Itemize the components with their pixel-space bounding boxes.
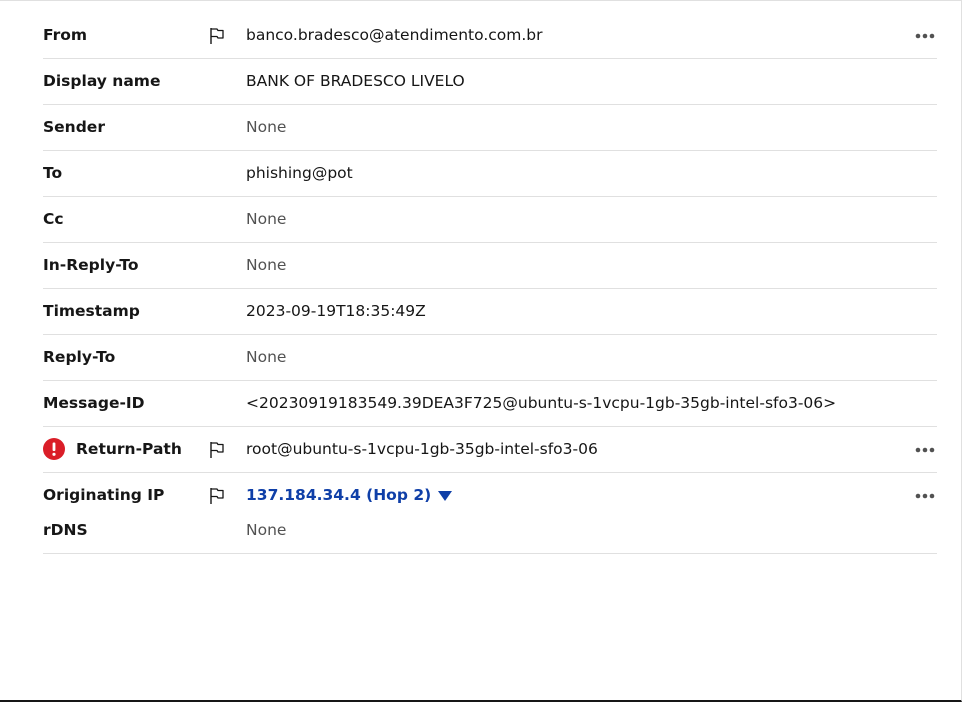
header-label-rdns: rDNS (43, 521, 88, 539)
header-value-from: banco.bradesco@atendimento.com.br (246, 26, 543, 44)
header-value-cc: None (246, 210, 287, 228)
originating-ip-link[interactable]: 137.184.34.4 (Hop 2) (246, 486, 453, 504)
header-table: From banco.bradesco@atendimento.com.br Dis… (43, 13, 937, 554)
caret-down-icon[interactable] (438, 490, 453, 501)
header-label-display-name: Display name (43, 72, 161, 90)
header-row-in-reply-to: In-Reply-To None (43, 243, 937, 289)
header-row-to: To phishing@pot (43, 151, 937, 197)
header-label-from: From (43, 26, 88, 44)
header-value-rdns: None (246, 521, 287, 539)
header-row-display-name: Display name BANK OF BRADESCO LIVELO (43, 59, 937, 105)
header-row-from: From banco.bradesco@atendimento.com.br (43, 13, 937, 59)
header-value-sender: None (246, 118, 287, 136)
header-value-to: phishing@pot (246, 164, 353, 182)
header-label-to: To (43, 164, 63, 182)
header-value-message-id: <20230919183549.39DEA3F725@ubuntu-s-1vcp… (246, 394, 837, 412)
flag-icon[interactable] (209, 441, 225, 459)
header-row-return-path: Return-Path root@ubuntu-s-1vcpu-1gb-35gb-… (43, 427, 937, 473)
email-header-panel: From banco.bradesco@atendimento.com.br Dis… (0, 0, 962, 702)
header-label-return-path: Return-Path (76, 440, 182, 458)
header-value-return-path: root@ubuntu-s-1vcpu-1gb-35gb-intel-sfo3-… (246, 440, 598, 458)
header-row-originating-ip: Originating IP 137.184.34.4 (Hop 2) rDNS… (43, 473, 937, 554)
header-row-timestamp: Timestamp 2023-09-19T18:35:49Z (43, 289, 937, 335)
error-filled-icon (43, 438, 65, 460)
overflow-menu-icon[interactable] (915, 27, 935, 45)
header-label-originating-ip: Originating IP (43, 486, 165, 504)
header-row-message-id: Message-ID <20230919183549.39DEA3F725@ubu… (43, 381, 937, 427)
header-row-cc: Cc None (43, 197, 937, 243)
header-value-in-reply-to: None (246, 256, 287, 274)
header-label-message-id: Message-ID (43, 394, 145, 412)
header-row-reply-to: Reply-To None (43, 335, 937, 381)
header-value-timestamp: 2023-09-19T18:35:49Z (246, 302, 426, 320)
header-label-timestamp: Timestamp (43, 302, 140, 320)
overflow-menu-icon[interactable] (915, 441, 935, 459)
header-label-cc: Cc (43, 210, 64, 228)
header-label-in-reply-to: In-Reply-To (43, 256, 139, 274)
header-row-sender: Sender None (43, 105, 937, 151)
header-label-sender: Sender (43, 118, 105, 136)
flag-icon[interactable] (209, 27, 225, 45)
header-label-reply-to: Reply-To (43, 348, 116, 366)
flag-icon[interactable] (209, 487, 225, 505)
originating-ip-value[interactable]: 137.184.34.4 (Hop 2) (246, 486, 431, 504)
header-value-display-name: BANK OF BRADESCO LIVELO (246, 72, 465, 90)
header-value-reply-to: None (246, 348, 287, 366)
overflow-menu-icon[interactable] (915, 487, 935, 505)
